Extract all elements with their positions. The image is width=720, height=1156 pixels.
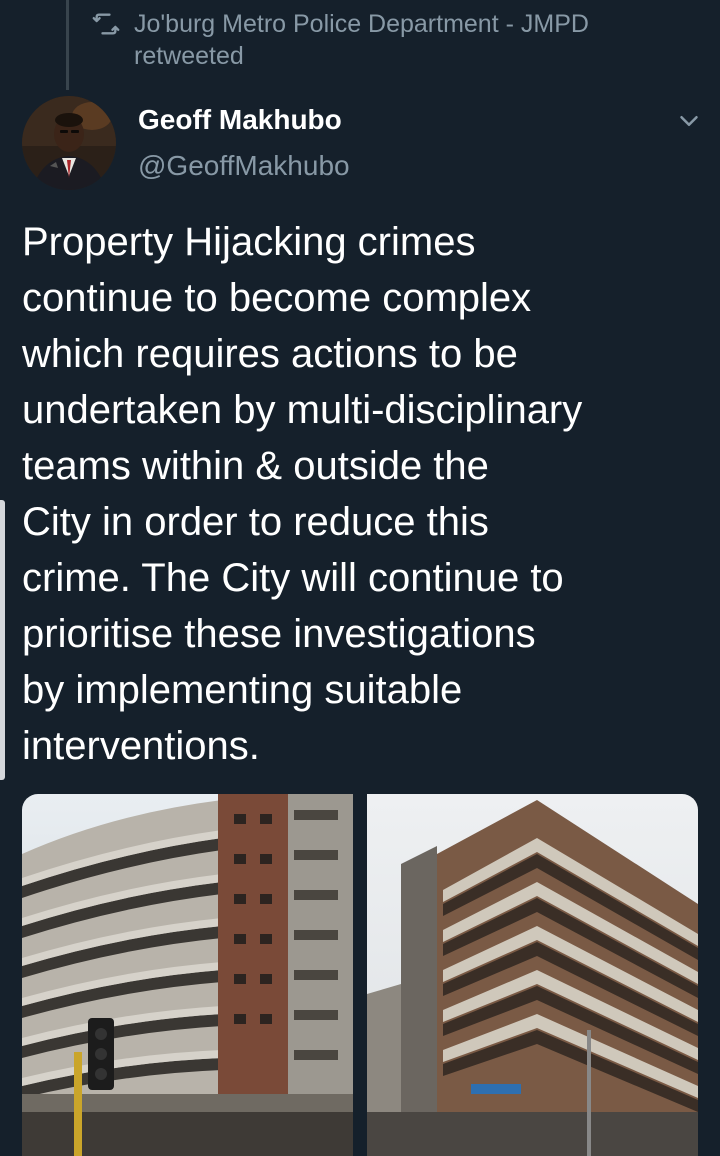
building-photo-2[interactable]: [367, 794, 698, 1156]
tweet-text: Property Hijacking crimes continue to be…: [22, 220, 583, 768]
author-name[interactable]: Geoff Makhubo: [138, 102, 350, 138]
thread-line: [66, 0, 69, 90]
avatar[interactable]: [22, 96, 116, 190]
author-handle[interactable]: @GeoffMakhubo: [138, 148, 350, 184]
scroll-handle[interactable]: [0, 500, 5, 780]
building-photo-1[interactable]: [22, 794, 353, 1156]
retweet-context[interactable]: Jo'burg Metro Police Department - JMPD r…: [92, 8, 654, 72]
retweet-icon: [92, 8, 124, 40]
author-block[interactable]: Geoff Makhubo @GeoffMakhubo: [138, 102, 350, 184]
chevron-down-icon[interactable]: [674, 106, 704, 136]
media-gallery: [22, 794, 698, 1156]
retweet-label: Jo'burg Metro Police Department - JMPD r…: [134, 10, 589, 70]
